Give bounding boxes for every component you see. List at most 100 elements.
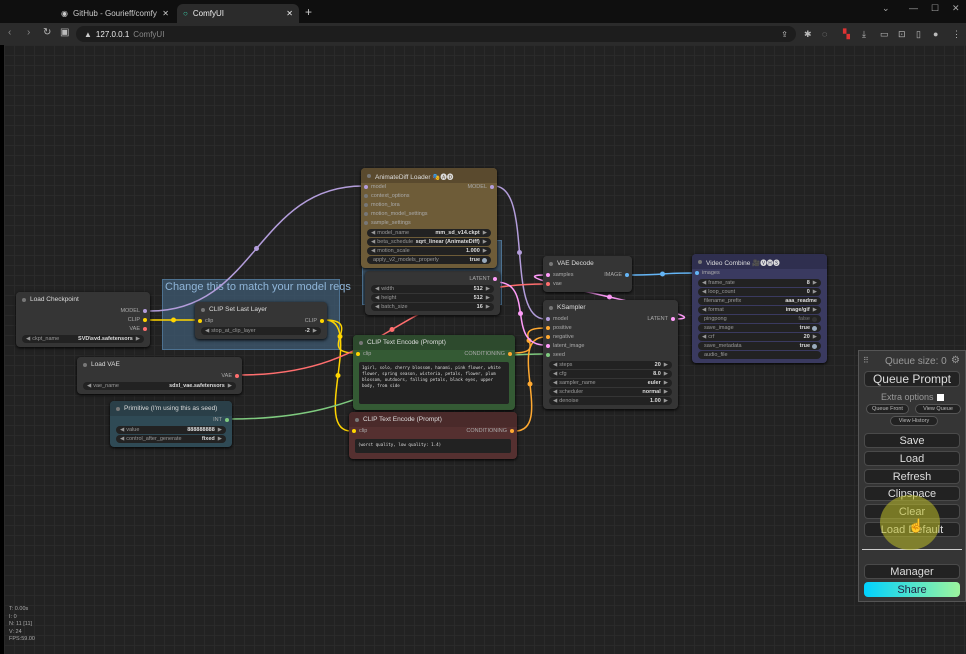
decrement-arrow-icon[interactable]: ◀ xyxy=(375,304,379,310)
collapse-dot-icon[interactable] xyxy=(83,362,87,367)
widget-model-name[interactable]: ◀ model_name mm_sd_v14.ckpt ▶ xyxy=(367,229,491,237)
input-slot[interactable]: context_options xyxy=(364,193,410,199)
node-title[interactable]: CLIP Text Encode (Prompt) xyxy=(353,335,515,350)
decrement-arrow-icon[interactable]: ◀ xyxy=(702,334,706,340)
decrement-arrow-icon[interactable]: ◀ xyxy=(371,248,375,254)
new-tab-button[interactable]: + xyxy=(305,5,312,19)
decrement-arrow-icon[interactable]: ◀ xyxy=(375,286,379,292)
output-slot[interactable]: VAE xyxy=(221,373,239,379)
decrement-arrow-icon[interactable]: ◀ xyxy=(120,427,124,433)
increment-arrow-icon[interactable]: ▶ xyxy=(664,362,668,368)
widget-save-metadata[interactable]: save_metadata true xyxy=(698,342,821,350)
node-title[interactable]: CLIP Set Last Layer xyxy=(195,302,327,317)
widget-denoise[interactable]: ◀ denoise 1.00 ▶ xyxy=(549,397,672,405)
tab-search-icon[interactable]: ⌄ xyxy=(882,3,890,14)
wire-midpoint[interactable] xyxy=(607,294,612,300)
widget-motion-scale[interactable]: ◀ motion_scale 1.000 ▶ xyxy=(367,247,491,255)
node-title[interactable]: VAE Decode xyxy=(543,256,632,271)
increment-arrow-icon[interactable]: ▶ xyxy=(483,230,487,236)
node-ksampler[interactable]: KSampler model LATENT positive negative laten… xyxy=(543,300,678,409)
output-slot[interactable]: CLIP xyxy=(128,317,147,323)
decrement-arrow-icon[interactable]: ◀ xyxy=(120,436,124,442)
widget-save-image[interactable]: save_image true xyxy=(698,324,821,332)
wire-midpoint[interactable] xyxy=(660,271,665,277)
decrement-arrow-icon[interactable]: ◀ xyxy=(702,289,706,295)
widget-beta-schedule[interactable]: ◀ beta_schedule sqrt_linear (AnimateDiff) ▶ xyxy=(367,238,491,246)
node-graph-canvas[interactable]: Change this to match your model reqs Loa… xyxy=(4,45,966,654)
toggle-icon[interactable] xyxy=(812,343,817,349)
widget-batch-size[interactable]: ◀ batch_size 16 ▶ xyxy=(371,303,494,311)
output-slot[interactable]: LATENT xyxy=(647,316,675,322)
node-title[interactable]: Video Combine 🎥🅥🅗🅢 xyxy=(692,254,827,269)
widget-vae-name[interactable]: ◀ vae_name sdxl_vae.safetensors ▶ xyxy=(83,382,236,390)
increment-arrow-icon[interactable]: ▶ xyxy=(486,286,490,292)
node-title[interactable]: CLIP Text Encode (Prompt) xyxy=(349,412,517,427)
node-title[interactable]: Load Checkpoint xyxy=(16,292,150,307)
extension-icon[interactable]: ◌ xyxy=(822,29,827,39)
input-slot[interactable]: clip xyxy=(352,428,367,434)
close-tab-icon[interactable]: ✕ xyxy=(162,9,169,18)
input-slot[interactable]: vae xyxy=(546,281,562,287)
input-slot[interactable]: model xyxy=(364,184,386,190)
menu-icon[interactable]: ⋮ xyxy=(952,29,961,40)
widget-pingpong[interactable]: pingpong false xyxy=(698,315,821,323)
widget-control-after-generate[interactable]: ◀ control_after_generate fixed ▶ xyxy=(116,435,226,443)
increment-arrow-icon[interactable]: ▶ xyxy=(664,371,668,377)
address-bar[interactable]: ▲ 127.0.0.1 ComfyUI ⇪ xyxy=(76,26,796,42)
collapse-dot-icon[interactable] xyxy=(22,297,26,302)
view-history-button[interactable]: View History xyxy=(890,416,938,426)
input-slot[interactable]: model xyxy=(546,316,568,322)
output-slot[interactable]: LATENT xyxy=(469,276,497,282)
input-slot[interactable]: latent_image xyxy=(546,343,585,349)
increment-arrow-icon[interactable]: ▶ xyxy=(218,427,222,433)
share-icon[interactable]: ⇪ xyxy=(781,30,788,39)
back-icon[interactable]: ‹ xyxy=(8,27,11,38)
input-slot[interactable]: seed xyxy=(546,352,565,358)
input-slot[interactable]: positive xyxy=(546,325,572,331)
media-icon[interactable]: ▭ xyxy=(880,29,889,40)
load-button[interactable]: Load xyxy=(864,451,960,466)
maximize-button[interactable]: ☐ xyxy=(931,3,939,14)
node-ckpt[interactable]: Load Checkpoint MODEL CLIP VAE ◀ ckpt_name SVD… xyxy=(16,292,150,347)
input-slot[interactable]: motion_lora xyxy=(364,202,400,208)
increment-arrow-icon[interactable]: ▶ xyxy=(313,328,317,334)
node-vae[interactable]: Load VAE VAE ◀ vae_name sdxl_vae.safetensors… xyxy=(77,357,242,394)
increment-arrow-icon[interactable]: ▶ xyxy=(664,389,668,395)
save-button[interactable]: Save xyxy=(864,433,960,448)
extension-icon[interactable]: ✱ xyxy=(804,29,812,40)
node-neg[interactable]: CLIP Text Encode (Prompt) clip CONDITIONIN… xyxy=(349,412,517,459)
increment-arrow-icon[interactable]: ▶ xyxy=(664,380,668,386)
drag-handle-icon[interactable]: ⠿ xyxy=(863,356,869,365)
widget-stop-at-clip-layer[interactable]: ◀ stop_at_clip_layer -2 ▶ xyxy=(201,327,321,335)
increment-arrow-icon[interactable]: ▶ xyxy=(813,307,817,313)
widget-height[interactable]: ◀ height 512 ▶ xyxy=(371,294,494,302)
widget-cfg[interactable]: ◀ cfg 8.0 ▶ xyxy=(549,370,672,378)
toggle-icon[interactable] xyxy=(812,316,817,322)
decrement-arrow-icon[interactable]: ◀ xyxy=(87,383,91,389)
toggle-icon[interactable] xyxy=(812,325,817,331)
node-video[interactable]: Video Combine 🎥🅥🅗🅢 images ◀ frame_rate 8 ▶ ◀ lo… xyxy=(692,254,827,363)
increment-arrow-icon[interactable]: ▶ xyxy=(218,436,222,442)
output-slot[interactable]: IMAGE xyxy=(604,272,629,278)
node-animdiff[interactable]: AnimateDiff Loader 🎭🅐🅓 model MODEL context_… xyxy=(361,168,497,268)
node-title[interactable]: Load VAE xyxy=(77,357,242,372)
notion-icon[interactable]: ▣ xyxy=(60,27,69,38)
avatar[interactable]: ● xyxy=(933,29,938,39)
increment-arrow-icon[interactable]: ▶ xyxy=(136,336,140,342)
queue-prompt-button[interactable]: Queue Prompt xyxy=(864,371,960,387)
decrement-arrow-icon[interactable]: ◀ xyxy=(553,398,557,404)
wire[interactable] xyxy=(514,336,546,432)
share-button[interactable]: Share xyxy=(864,582,960,597)
wire[interactable] xyxy=(512,327,546,354)
collapse-dot-icon[interactable] xyxy=(549,261,553,266)
decrement-arrow-icon[interactable]: ◀ xyxy=(553,389,557,395)
node-title[interactable]: KSampler xyxy=(543,300,678,315)
increment-arrow-icon[interactable]: ▶ xyxy=(813,289,817,295)
sidebar-icon[interactable]: ▯ xyxy=(916,29,921,40)
decrement-arrow-icon[interactable]: ◀ xyxy=(371,239,375,245)
output-slot[interactable]: INT xyxy=(213,417,229,423)
decrement-arrow-icon[interactable]: ◀ xyxy=(371,230,375,236)
tab-comfyui[interactable]: ○ ComfyUI ✕ xyxy=(177,4,299,23)
node-cliplast[interactable]: CLIP Set Last Layer clip CLIP ◀ stop_at_clip… xyxy=(195,302,327,339)
toggle-icon[interactable] xyxy=(482,257,487,263)
